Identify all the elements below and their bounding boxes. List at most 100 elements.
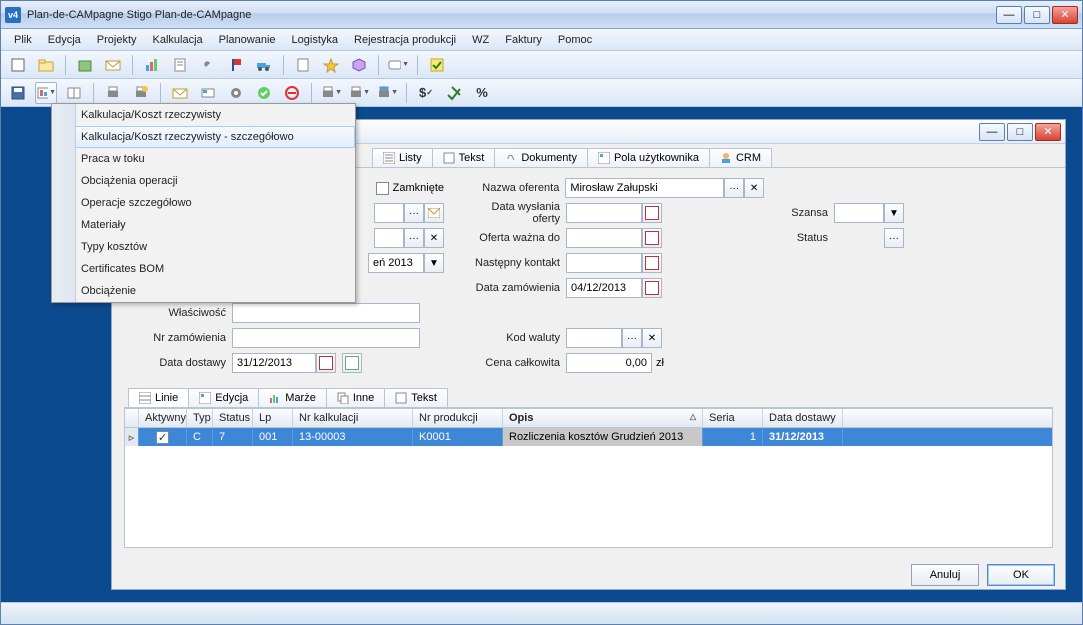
- calendar-extra-button[interactable]: [342, 353, 362, 373]
- grid-tab-marze[interactable]: Marże: [258, 388, 327, 407]
- tab-tekst[interactable]: Tekst: [432, 148, 496, 167]
- tb-ok-icon[interactable]: [253, 82, 275, 104]
- menu-wz[interactable]: WZ: [465, 32, 496, 48]
- tb-doc-icon[interactable]: [169, 54, 191, 76]
- mail-button[interactable]: [424, 203, 444, 223]
- minimize-button[interactable]: —: [996, 6, 1022, 24]
- col-nr-produkcji[interactable]: Nr produkcji: [413, 409, 503, 427]
- clear-oferent-button[interactable]: ✕: [744, 178, 764, 198]
- menu-planowanie[interactable]: Planowanie: [212, 32, 283, 48]
- calendar-button[interactable]: [642, 278, 662, 298]
- calendar-button[interactable]: [316, 353, 336, 373]
- lookup-oferent-button[interactable]: ···: [724, 178, 744, 198]
- tb-flag-icon[interactable]: [225, 54, 247, 76]
- tb-percent-icon[interactable]: %: [471, 82, 493, 104]
- cell-opis[interactable]: Rozliczenia kosztów Grudzień 2013: [503, 428, 703, 446]
- month-year-field[interactable]: [368, 253, 424, 273]
- aktywny-checkbox[interactable]: ✓: [156, 431, 169, 444]
- grid-tab-inne[interactable]: Inne: [326, 388, 385, 407]
- clear-button-2[interactable]: ✕: [424, 228, 444, 248]
- cell-aktywny[interactable]: ✓: [139, 428, 187, 446]
- szansa-dropdown-button[interactable]: ▼: [884, 203, 904, 223]
- menu-item-kalkulacja-koszt[interactable]: Kalkulacja/Koszt rzeczywisty: [52, 104, 355, 126]
- tb-report-dropdown[interactable]: ▼: [35, 82, 57, 104]
- oferta-wazna-field[interactable]: [566, 228, 642, 248]
- tb-mail2-icon[interactable]: [169, 82, 191, 104]
- close-button[interactable]: ✕: [1052, 6, 1078, 24]
- menu-item-typy-kosztow[interactable]: Typy kosztów: [52, 236, 355, 258]
- menu-kalkulacja[interactable]: Kalkulacja: [146, 32, 210, 48]
- tb-truck-icon[interactable]: [253, 54, 275, 76]
- tb-stop-icon[interactable]: [281, 82, 303, 104]
- menu-rejestracja[interactable]: Rejestracja produkcji: [347, 32, 463, 48]
- calendar-button[interactable]: [642, 253, 662, 273]
- lookup-button-2[interactable]: ···: [404, 228, 424, 248]
- status-lookup-button[interactable]: ···: [884, 228, 904, 248]
- tab-crm[interactable]: CRM: [709, 148, 772, 167]
- menu-item-operacje-szczegolowo[interactable]: Operacje szczegółowo: [52, 192, 355, 214]
- maximize-button[interactable]: □: [1024, 6, 1050, 24]
- tb-chart-icon[interactable]: [141, 54, 163, 76]
- nastepny-kontakt-field[interactable]: [566, 253, 642, 273]
- tab-pola-uzytkownika[interactable]: Pola użytkownika: [587, 148, 710, 167]
- col-data-dostawy[interactable]: Data dostawy: [763, 409, 843, 427]
- calendar-button[interactable]: [642, 228, 662, 248]
- menu-logistyka[interactable]: Logistyka: [285, 32, 345, 48]
- kod-waluty-field[interactable]: [566, 328, 622, 348]
- tb-folder-icon[interactable]: [35, 54, 57, 76]
- data-wyslania-field[interactable]: [566, 203, 642, 223]
- tb-currency-icon[interactable]: $✓: [415, 82, 437, 104]
- tb-msg-icon[interactable]: ▼: [387, 54, 409, 76]
- tb-page-icon[interactable]: [292, 54, 314, 76]
- tb-printer-dd3[interactable]: ▼: [376, 82, 398, 104]
- menu-projekty[interactable]: Projekty: [90, 32, 144, 48]
- grid-tab-linie[interactable]: Linie: [128, 388, 189, 407]
- tb-mail-icon[interactable]: [102, 54, 124, 76]
- nr-zamowienia-field[interactable]: [232, 328, 420, 348]
- tb-box-icon[interactable]: [74, 54, 96, 76]
- tb-wrench-icon[interactable]: [197, 54, 219, 76]
- inner-minimize-button[interactable]: —: [979, 123, 1005, 141]
- nazwa-oferenta-field[interactable]: [565, 178, 724, 198]
- tb-print-icon[interactable]: [102, 82, 124, 104]
- tb-print2-icon[interactable]: [130, 82, 152, 104]
- tb-printer-dd1[interactable]: ▼: [320, 82, 342, 104]
- menu-pomoc[interactable]: Pomoc: [551, 32, 599, 48]
- field-small-1[interactable]: [374, 203, 404, 223]
- menu-edycja[interactable]: Edycja: [41, 32, 88, 48]
- tb-star-icon[interactable]: [320, 54, 342, 76]
- calendar-button[interactable]: [642, 203, 662, 223]
- menu-item-obciazenia-operacji[interactable]: Obciążenia operacji: [52, 170, 355, 192]
- menu-plik[interactable]: Plik: [7, 32, 39, 48]
- cena-calkowita-field[interactable]: [566, 353, 652, 373]
- ok-button[interactable]: OK: [987, 564, 1055, 586]
- lookup-waluta-button[interactable]: ···: [622, 328, 642, 348]
- tab-dokumenty[interactable]: Dokumenty: [494, 148, 588, 167]
- menu-item-materialy[interactable]: Materiały: [52, 214, 355, 236]
- menu-faktury[interactable]: Faktury: [498, 32, 549, 48]
- grid-tab-tekst[interactable]: Tekst: [384, 388, 448, 407]
- zamkniete-checkbox[interactable]: [376, 182, 389, 195]
- table-row[interactable]: ▹ ✓ C 7 001 13-00003 K0001 Rozliczenia k…: [125, 428, 1052, 446]
- col-opis[interactable]: Opis△: [503, 409, 703, 427]
- col-lp[interactable]: Lp: [253, 409, 293, 427]
- col-typ[interactable]: Typ: [187, 409, 213, 427]
- menu-item-obciazenie[interactable]: Obciążenie: [52, 280, 355, 302]
- col-aktywny[interactable]: Aktywny: [139, 409, 187, 427]
- inner-maximize-button[interactable]: □: [1007, 123, 1033, 141]
- col-status[interactable]: Status: [213, 409, 253, 427]
- lookup-button[interactable]: ···: [404, 203, 424, 223]
- menu-item-praca-w-toku[interactable]: Praca w toku: [52, 148, 355, 170]
- wlasciwisc-field[interactable]: [232, 303, 420, 323]
- tb-card-icon[interactable]: [197, 82, 219, 104]
- data-dostawy-field[interactable]: [232, 353, 316, 373]
- col-nr-kalkulacji[interactable]: Nr kalkulacji: [293, 409, 413, 427]
- tb-new-icon[interactable]: [7, 54, 29, 76]
- tb-check-icon[interactable]: [426, 54, 448, 76]
- tb-cube-icon[interactable]: [348, 54, 370, 76]
- clear-waluta-button[interactable]: ✕: [642, 328, 662, 348]
- tb-gear-icon[interactable]: [225, 82, 247, 104]
- tb-book-icon[interactable]: [63, 82, 85, 104]
- data-zamowienia-field[interactable]: [566, 278, 642, 298]
- inner-close-button[interactable]: ✕: [1035, 123, 1061, 141]
